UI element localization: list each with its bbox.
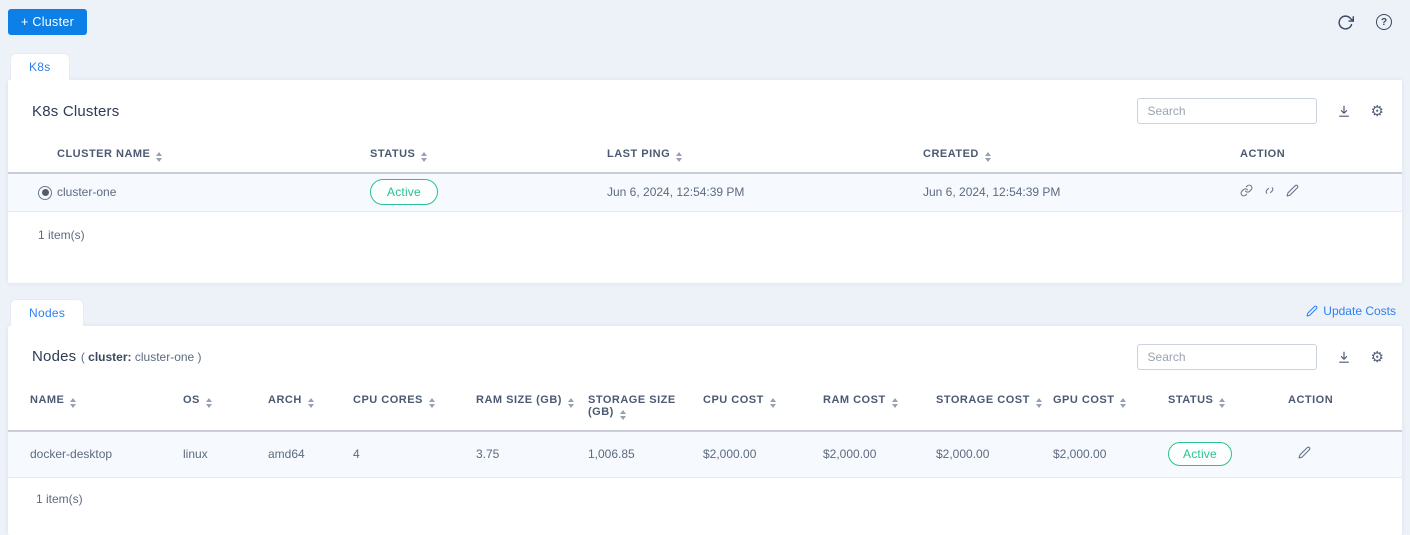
created-cell: Jun 6, 2024, 12:54:39 PM — [923, 173, 1240, 211]
col-os[interactable]: OS — [183, 386, 268, 431]
sort-icon — [620, 410, 626, 420]
status-badge: Active — [1168, 442, 1232, 466]
col-cluster-name[interactable]: CLUSTER NAME — [57, 140, 370, 173]
update-costs-button[interactable]: Update Costs — [1306, 304, 1396, 326]
col-name[interactable]: NAME — [8, 386, 183, 431]
sort-icon — [985, 152, 991, 162]
sort-icon — [206, 398, 212, 408]
cluster-row: cluster-one Active Jun 6, 2024, 12:54:39… — [8, 173, 1402, 211]
sort-icon — [568, 398, 574, 408]
node-storage-size-cell: 1,006.85 — [588, 431, 703, 477]
cluster-radio[interactable] — [38, 186, 52, 200]
sort-icon — [70, 398, 76, 408]
col-status[interactable]: STATUS — [370, 140, 607, 173]
node-os-cell: linux — [183, 431, 268, 477]
unlink-icon[interactable] — [1263, 184, 1276, 197]
col-last-ping[interactable]: LAST PING — [607, 140, 923, 173]
gear-icon[interactable]: ⚙ — [1371, 104, 1384, 119]
node-ram-size-cell: 3.75 — [476, 431, 588, 477]
nodes-tab-bar: Nodes Update Costs — [10, 300, 1402, 326]
nodes-item-count: 1 item(s) — [8, 478, 1402, 506]
last-ping-cell: Jun 6, 2024, 12:54:39 PM — [607, 173, 923, 211]
sort-icon — [1036, 398, 1042, 408]
tab-nodes[interactable]: Nodes — [10, 299, 84, 326]
sort-icon — [421, 152, 427, 162]
sort-icon — [156, 152, 162, 162]
clusters-panel-title: K8s Clusters — [32, 103, 119, 120]
col-action: ACTION — [1240, 140, 1402, 173]
status-badge: Active — [370, 179, 438, 205]
nodes-panel-title: Nodes — [32, 348, 76, 365]
node-gpu-cost-cell: $2,000.00 — [1053, 431, 1168, 477]
node-row: docker-desktop linux amd64 4 3.75 1,006.… — [8, 431, 1402, 477]
sort-icon — [676, 152, 682, 162]
pencil-icon — [1306, 305, 1318, 317]
sort-icon — [308, 398, 314, 408]
col-gpu-cost[interactable]: GPU COST — [1053, 386, 1168, 431]
download-icon[interactable] — [1337, 104, 1351, 119]
col-storage-cost[interactable]: STORAGE COST — [936, 386, 1053, 431]
node-name-cell: docker-desktop — [8, 431, 183, 477]
clusters-table: CLUSTER NAME STATUS LAST PING CREATED AC… — [8, 140, 1402, 212]
sort-icon — [429, 398, 435, 408]
col-cpu-cost[interactable]: CPU COST — [703, 386, 823, 431]
node-cpu-cost-cell: $2,000.00 — [703, 431, 823, 477]
gear-icon[interactable]: ⚙ — [1371, 350, 1384, 365]
sort-icon — [1219, 398, 1225, 408]
col-action: ACTION — [1288, 386, 1402, 431]
nodes-table-header: NAME OS ARCH CPU CORES RAM SIZE (GB) STO… — [8, 386, 1402, 431]
sort-icon — [892, 398, 898, 408]
refresh-icon[interactable] — [1337, 14, 1354, 31]
tab-k8s[interactable]: K8s — [10, 53, 70, 80]
nodes-search-input[interactable] — [1137, 344, 1317, 370]
sort-icon — [770, 398, 776, 408]
node-cpu-cores-cell: 4 — [353, 431, 476, 477]
add-cluster-button[interactable]: + Cluster — [8, 9, 87, 35]
clusters-tab-bar: K8s — [10, 54, 1402, 80]
clusters-item-count: 1 item(s) — [8, 212, 1402, 242]
col-status[interactable]: STATUS — [1168, 386, 1288, 431]
toolbar-icons: ? — [1337, 14, 1392, 31]
clusters-panel: K8s Clusters ⚙ CLUSTER NAME STATUS LAST … — [8, 80, 1402, 283]
edit-icon[interactable] — [1286, 184, 1299, 197]
link-icon[interactable] — [1240, 184, 1253, 197]
node-arch-cell: amd64 — [268, 431, 353, 477]
nodes-panel: Nodes ( cluster: cluster-one ) ⚙ NAME OS… — [8, 326, 1402, 535]
top-toolbar: + Cluster ? — [0, 0, 1410, 44]
nodes-panel-subtitle: ( cluster: cluster-one ) — [81, 350, 202, 364]
sort-icon — [1120, 398, 1126, 408]
cluster-name-cell: cluster-one — [57, 173, 370, 211]
nodes-table: NAME OS ARCH CPU CORES RAM SIZE (GB) STO… — [8, 386, 1402, 478]
col-ram-size[interactable]: RAM SIZE (GB) — [476, 386, 588, 431]
download-icon[interactable] — [1337, 350, 1351, 365]
col-ram-cost[interactable]: RAM COST — [823, 386, 936, 431]
node-storage-cost-cell: $2,000.00 — [936, 431, 1053, 477]
clusters-table-header: CLUSTER NAME STATUS LAST PING CREATED AC… — [8, 140, 1402, 173]
col-cpu-cores[interactable]: CPU CORES — [353, 386, 476, 431]
help-icon[interactable]: ? — [1376, 14, 1392, 30]
col-storage-size[interactable]: STORAGE SIZE (GB) — [588, 386, 703, 431]
col-arch[interactable]: ARCH — [268, 386, 353, 431]
edit-icon[interactable] — [1298, 446, 1311, 459]
clusters-search-input[interactable] — [1137, 98, 1317, 124]
col-created[interactable]: CREATED — [923, 140, 1240, 173]
node-ram-cost-cell: $2,000.00 — [823, 431, 936, 477]
